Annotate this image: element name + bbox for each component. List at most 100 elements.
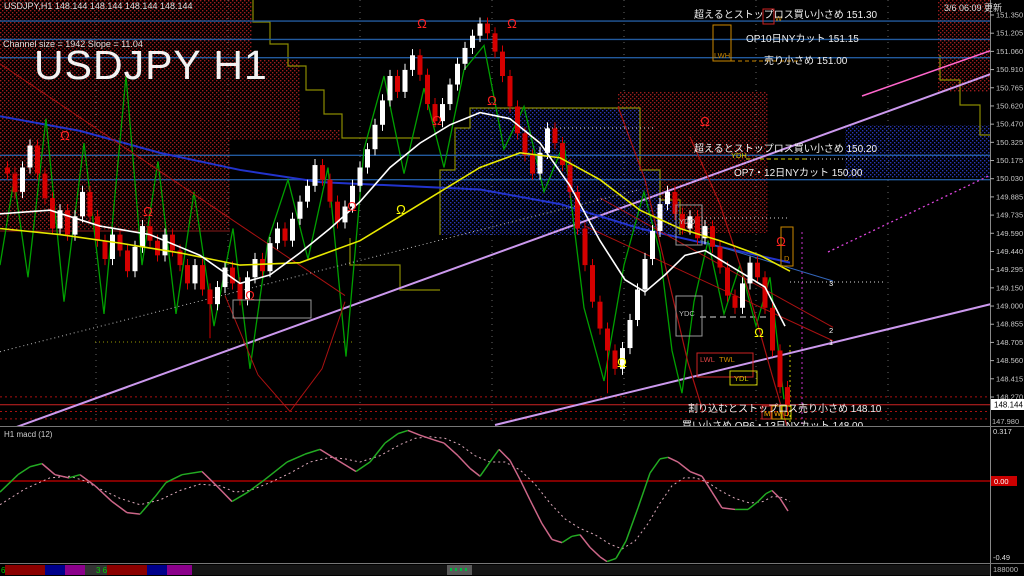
chart-area[interactable]: ΩΩΩΩΩΩΩΩΩΩΩΩΩLWHWYDHYDOYDCLWLTWLYDLDMWD3… [0,0,1024,576]
axis-label: 150.030 [996,174,1023,183]
candle-body [665,192,670,204]
candle-body [725,268,730,296]
annotation-text: OP7・12日NYカット 150.00 [734,167,863,179]
axis-label: 150.470 [996,120,1023,129]
macd-main-line [265,462,287,479]
annotation-text: 超えるとストップロス買い小さめ 151.30 [694,8,878,21]
chart-min-label: 147.980 [992,417,1019,426]
session-segment [5,565,45,575]
macd-pane[interactable] [0,430,990,561]
candle-body [388,76,393,100]
strip-mid-digits: 3 6 [96,566,108,575]
candle-body [163,235,168,256]
macd-main-line [18,467,30,475]
candle-body [43,174,48,198]
macd-main-line [232,492,248,501]
macd-main-line [55,475,69,478]
candle-body [545,128,550,152]
session-segment [65,565,85,575]
macd-main-line [607,558,616,561]
macd-signal-line [0,437,790,549]
session-segment [147,565,167,575]
macd-main-line [287,454,305,462]
candle-body [215,287,220,304]
macd-main-line [420,435,434,440]
macd-main-line [668,457,678,462]
macd-main-line [616,541,626,558]
omega-marker-red: Ω [143,204,153,219]
session-strip: 6 3 6 [0,564,990,576]
macd-main-line [356,462,370,471]
macd-main-line [650,459,660,473]
macd-main-line [398,430,408,433]
macd-main-line [590,547,600,556]
candle-body [463,48,468,64]
omega-marker-red: Ω [507,16,517,31]
macd-main-line [600,557,607,562]
macd-main-line [552,539,562,542]
macd-main-line [370,443,385,462]
candle-body [290,219,295,241]
candle-body [740,283,745,307]
main-chart-pane[interactable]: ΩΩΩΩΩΩΩΩΩΩΩΩΩLWHWYDHYDOYDCLWLTWLYDLDMWD3… [0,0,1024,433]
pivot-label: D [784,254,790,263]
macd-main-line [542,524,552,540]
candle-body [328,180,333,202]
candle-body [320,165,325,180]
candle-body [133,247,138,271]
macd-main-line [444,443,458,456]
candle-body [508,76,513,107]
axis-label: 150.175 [996,156,1023,165]
candle-body [5,168,10,174]
candle-body [515,107,520,134]
badge-speckle [455,568,457,571]
axis-label: 150.620 [996,101,1023,110]
candle-body [313,165,318,186]
candle-body [748,263,753,284]
session-segment [45,565,65,575]
macd-main-line [580,535,590,548]
candle-body [238,283,243,299]
macd-main-line [638,473,650,508]
axis-label: 148.705 [996,338,1023,347]
omega-marker-red: Ω [60,128,70,143]
macd-main-line [385,434,398,443]
candle-body [13,174,18,192]
macd-main-line [712,492,722,508]
candle-body [553,128,558,143]
candle-body [223,268,228,288]
strip-left-digit: 6 [1,566,6,575]
candle-body [658,204,663,231]
candle-body [485,24,490,34]
macd-main-line [572,535,580,537]
axis-label: 151.060 [996,47,1023,56]
macd-main-line [127,513,140,515]
candle-body [650,231,655,259]
macd-main-line [490,449,499,462]
candle-body [298,202,303,219]
candle-body [733,296,738,308]
candle-body [523,133,528,155]
axis-label: 149.295 [996,265,1023,274]
price-axis[interactable]: 151.350151.205151.060150.910150.765150.6… [990,0,1024,576]
candle-body [208,290,213,305]
macd-main-line [766,490,772,493]
macd-main-line [530,500,542,524]
mt4-chart-window: ΩΩΩΩΩΩΩΩΩΩΩΩΩLWHWYDHYDOYDCLWLTWLYDLDMWD3… [0,0,1024,576]
macd-main-line [562,536,572,542]
candle-body [425,75,430,104]
macd-main-line [434,440,444,443]
candle-body [185,265,190,283]
omega-marker-red: Ω [347,199,357,214]
candle-body [710,226,715,247]
candle-body [403,70,408,92]
omega-marker-red: Ω [245,288,255,303]
axis-label: 148.560 [996,356,1023,365]
annotation-text: OP10日NYカット 151.15 [746,33,859,45]
macd-main-line [690,472,702,477]
candle-body [560,143,565,165]
macd-main-line [305,449,320,454]
macd-main-line [338,460,356,471]
candle-body [755,263,760,278]
candle-body [448,85,453,105]
